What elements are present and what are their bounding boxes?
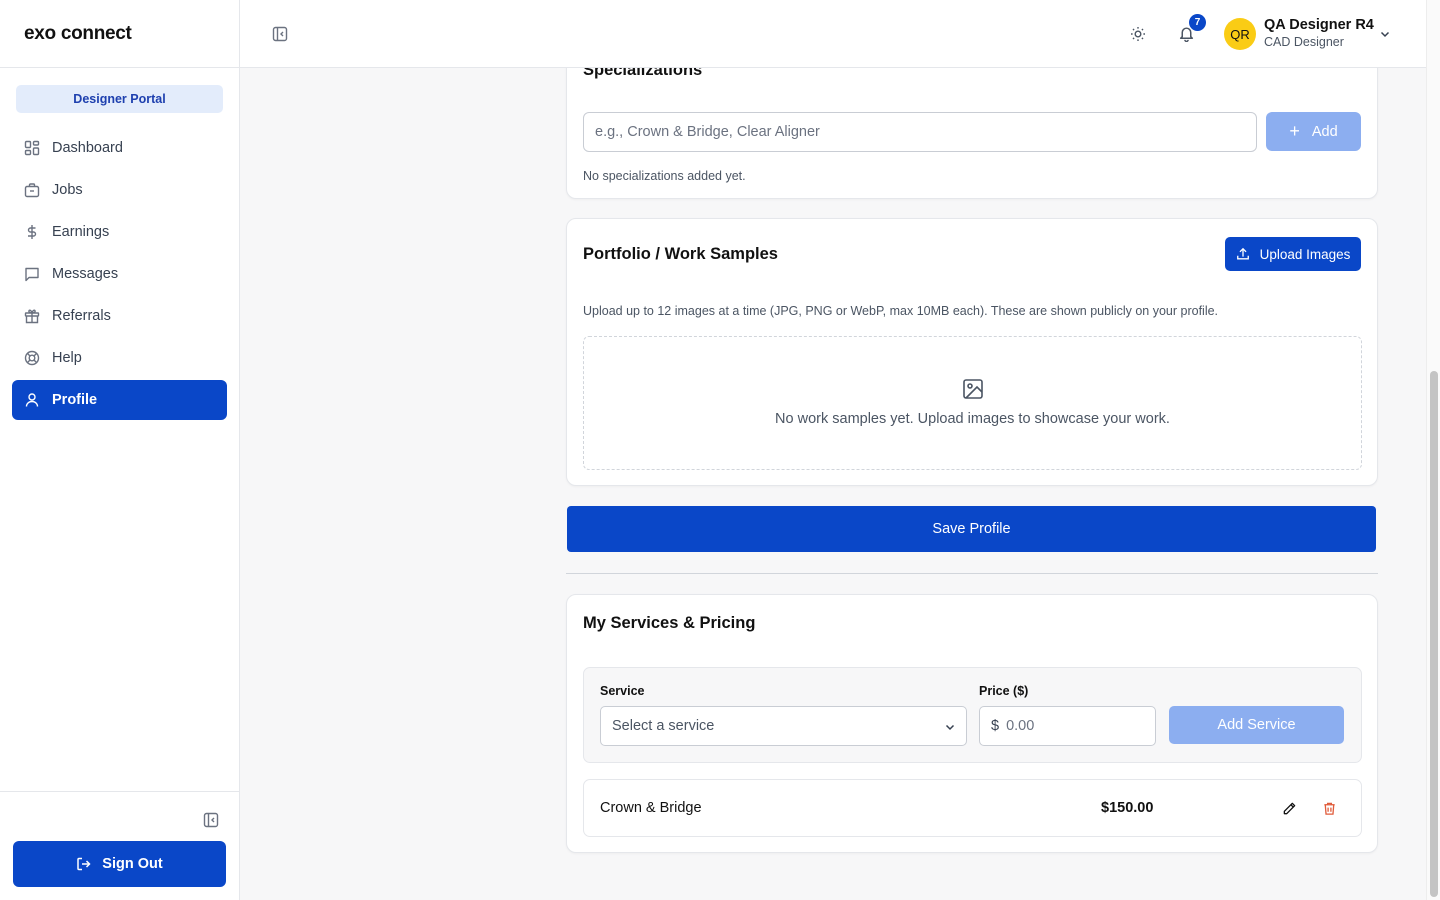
save-profile-button[interactable]: Save Profile (567, 506, 1376, 552)
specializations-title: Specializations (583, 68, 703, 79)
specializations-empty-text: No specializations added yet. (583, 169, 746, 183)
sidebar-item-earnings[interactable]: Earnings (12, 212, 227, 252)
section-divider (566, 573, 1378, 574)
specializations-card: Specializations + Add No specializations… (566, 68, 1378, 199)
add-service-form: Service Select a service Price ($) $ Add… (583, 667, 1362, 763)
service-label: Service (600, 684, 645, 698)
sidebar-item-label: Referrals (52, 308, 111, 324)
sidebar-item-label: Earnings (52, 224, 110, 240)
sidebar-item-label: Messages (52, 266, 119, 282)
sidebar: exo connect Designer Portal Dashboard Jo… (0, 0, 240, 900)
message-icon (25, 267, 39, 282)
notification-count-badge: 7 (1189, 14, 1206, 31)
dashboard-icon (24, 140, 40, 156)
lifebuoy-icon (24, 350, 40, 366)
sign-out-label: Sign Out (102, 856, 163, 872)
toggle-sidebar-icon[interactable] (272, 26, 288, 42)
portfolio-dropzone[interactable]: No work samples yet. Upload images to sh… (583, 336, 1362, 470)
briefcase-icon (24, 183, 40, 198)
edit-pencil-icon[interactable] (1282, 801, 1297, 816)
add-specialization-button[interactable]: + Add (1266, 112, 1361, 151)
sidebar-item-jobs[interactable]: Jobs (12, 170, 227, 210)
user-icon (25, 393, 39, 407)
portfolio-title: Portfolio / Work Samples (583, 245, 778, 263)
add-service-button[interactable]: Add Service (1169, 706, 1344, 744)
service-select-value: Select a service (612, 718, 715, 734)
add-specialization-label: Add (1311, 123, 1338, 140)
sidebar-item-messages[interactable]: Messages (12, 254, 227, 294)
delete-trash-icon[interactable] (1322, 801, 1337, 816)
sidebar-item-label: Jobs (52, 182, 83, 198)
service-select[interactable]: Select a service (600, 706, 967, 746)
services-title: My Services & Pricing (583, 614, 756, 632)
sidebar-item-help[interactable]: Help (12, 338, 227, 378)
image-icon (963, 379, 983, 399)
main-content: Specializations + Add No specializations… (240, 68, 1426, 900)
specialization-input[interactable] (583, 112, 1257, 152)
sidebar-item-referrals[interactable]: Referrals (12, 296, 227, 336)
price-field[interactable]: $ (979, 706, 1156, 746)
sidebar-nav: Dashboard Jobs Earnings Messages Referra… (12, 128, 227, 422)
sidebar-footer: Sign Out (0, 791, 239, 900)
sign-out-button[interactable]: Sign Out (13, 841, 226, 887)
sidebar-item-profile[interactable]: Profile (12, 380, 227, 420)
service-price: $150.00 (1101, 800, 1154, 816)
collapse-sidebar-icon[interactable] (203, 812, 219, 828)
plus-icon: + (1289, 121, 1300, 141)
gift-icon (24, 309, 40, 324)
price-label: Price ($) (979, 684, 1029, 698)
service-row: Crown & Bridge $150.00 (583, 779, 1362, 837)
sidebar-item-label: Help (52, 350, 82, 366)
upload-images-button[interactable]: Upload Images (1225, 237, 1361, 271)
sidebar-item-dashboard[interactable]: Dashboard (12, 128, 227, 168)
user-role: CAD Designer (1264, 35, 1344, 49)
avatar[interactable]: QR (1224, 18, 1256, 50)
brand-logo[interactable]: exo connect (0, 0, 239, 68)
page-scrollbar[interactable] (1426, 0, 1440, 900)
portfolio-card: Portfolio / Work Samples Upload Images U… (566, 218, 1378, 486)
upload-images-label: Upload Images (1259, 246, 1351, 262)
price-input[interactable] (1006, 718, 1137, 734)
sidebar-item-label: Profile (52, 392, 98, 408)
dollar-icon (27, 225, 37, 239)
upload-icon (1236, 247, 1249, 260)
portal-badge: Designer Portal (16, 85, 223, 113)
scrollbar-thumb[interactable] (1430, 371, 1438, 897)
theme-toggle-sun-icon[interactable] (1130, 26, 1146, 42)
portfolio-empty-text: No work samples yet. Upload images to sh… (775, 411, 1170, 427)
top-header: 7 QR QA Designer R4 CAD Designer (240, 0, 1426, 68)
chevron-down-icon (945, 724, 955, 731)
service-name: Crown & Bridge (600, 800, 702, 816)
user-name[interactable]: QA Designer R4 (1264, 17, 1374, 33)
sidebar-item-label: Dashboard (52, 140, 123, 156)
services-card: My Services & Pricing Service Select a s… (566, 594, 1378, 853)
sign-out-icon (77, 857, 91, 871)
chevron-down-icon[interactable] (1379, 28, 1391, 40)
portfolio-description: Upload up to 12 images at a time (JPG, P… (583, 304, 1219, 318)
currency-symbol: $ (991, 718, 1000, 734)
